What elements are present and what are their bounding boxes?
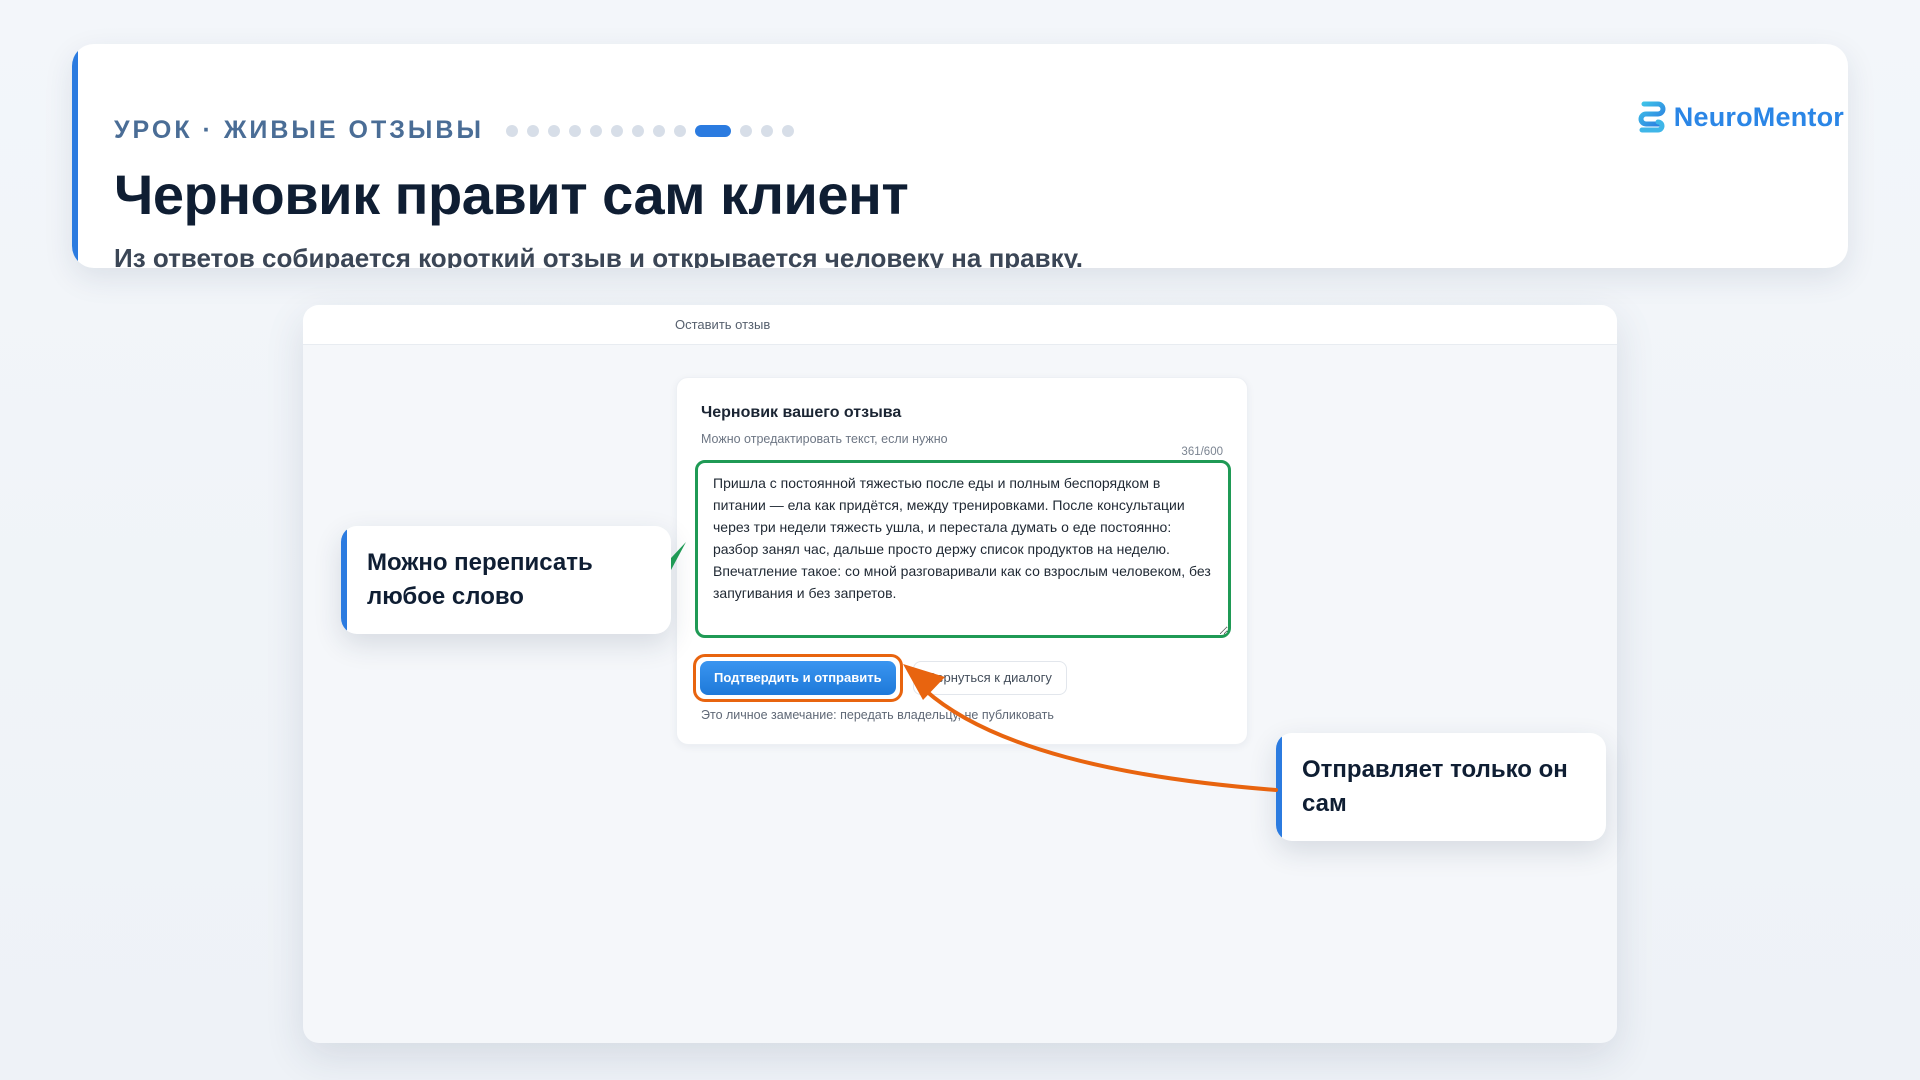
progress-dot <box>781 124 794 137</box>
progress-dot <box>760 124 773 137</box>
eyebrow-row: УРОК · ЖИВЫЕ ОТЗЫВЫ <box>114 118 794 143</box>
progress-dot <box>631 124 644 137</box>
progress-dot <box>568 124 581 137</box>
char-counter: 361/600 <box>1181 446 1223 458</box>
progress-dot <box>505 124 518 137</box>
page-subtitle: Из ответов собирается короткий отзыв и о… <box>114 243 1084 268</box>
draft-title: Черновик вашего отзыва <box>701 404 902 421</box>
progress-dot <box>652 124 665 137</box>
confirm-button-highlight: Подтвердить и отправить <box>693 654 903 702</box>
review-app-window: Оставить отзыв Черновик вашего отзыва Мо… <box>303 305 1617 1043</box>
progress-dot <box>589 124 602 137</box>
lesson-progress-dots <box>505 124 794 137</box>
neuromentor-logo-icon <box>1638 101 1666 133</box>
header-accent-bar <box>72 44 78 268</box>
confirm-and-send-button[interactable]: Подтвердить и отправить <box>700 661 896 695</box>
lesson-header-card: УРОК · ЖИВЫЕ ОТЗЫВЫ Черновик правит сам … <box>72 44 1848 268</box>
brand-name: NeuroMentor <box>1673 101 1844 132</box>
callout-send-text: Отправляет только он сам <box>1302 756 1568 817</box>
progress-dot <box>673 124 686 137</box>
callout-edit-text: Можно переписать любое слово <box>367 549 593 610</box>
back-to-dialog-button[interactable]: Вернуться к диалогу <box>912 661 1067 695</box>
review-draft-textarea[interactable]: Пришла с постоянной тяжестью после еды и… <box>695 460 1231 638</box>
callout-edit-any-word: Можно переписать любое слово <box>341 526 671 634</box>
progress-dot-current <box>694 124 731 137</box>
progress-dot <box>547 124 560 137</box>
progress-dot <box>526 124 539 137</box>
privacy-note: Это личное замечание: передать владельцу… <box>701 708 1054 722</box>
draft-actions: Подтвердить и отправить Вернуться к диал… <box>693 654 1067 702</box>
app-topbar: Оставить отзыв <box>303 305 1617 345</box>
app-topbar-title: Оставить отзыв <box>675 317 771 332</box>
progress-dot <box>610 124 623 137</box>
callout-sends-only-himself: Отправляет только он сам <box>1276 733 1606 841</box>
draft-hint: Можно отредактировать текст, если нужно <box>701 432 948 446</box>
progress-dot <box>739 124 752 137</box>
lesson-eyebrow: УРОК · ЖИВЫЕ ОТЗЫВЫ <box>114 116 484 144</box>
page-title: Черновик правит сам клиент <box>114 163 909 226</box>
review-draft-card: Черновик вашего отзыва Можно отредактиро… <box>676 377 1248 745</box>
brand-logo-group: NeuroMentor <box>1638 100 1844 134</box>
